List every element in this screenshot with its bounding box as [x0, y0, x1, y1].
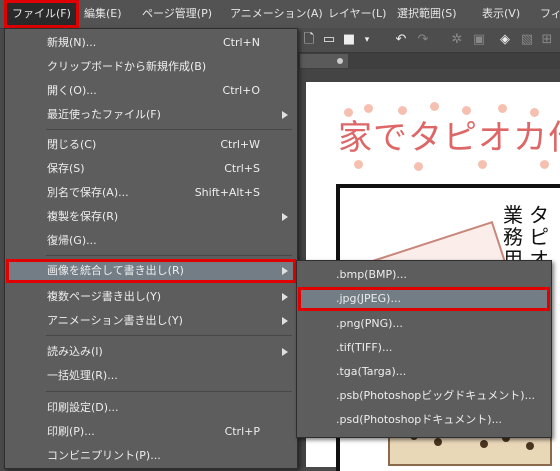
- menu-filter[interactable]: フィ: [538, 0, 560, 28]
- menu-item-print-settings[interactable]: 印刷設定(D)...: [6, 396, 296, 420]
- submenu-item-png[interactable]: .png(PNG)...: [298, 312, 550, 336]
- menu-page-management[interactable]: ページ管理(P): [140, 0, 214, 28]
- menu-item-print[interactable]: 印刷(P)... Ctrl+P: [6, 420, 296, 444]
- menu-item-export-animation[interactable]: アニメーション書き出し(Y): [6, 309, 296, 333]
- menu-file[interactable]: ファイル(F): [4, 0, 79, 28]
- menu-item-save-as[interactable]: 別名で保存(A)... Shift+Alt+S: [6, 181, 296, 205]
- transform-icon[interactable]: ▣: [470, 31, 488, 49]
- canvas-tab[interactable]: [300, 54, 348, 68]
- comic-title-text: 家でタピオカ作: [338, 118, 560, 158]
- submenu-item-bmp[interactable]: .bmp(BMP)...: [298, 263, 550, 287]
- menu-item-save[interactable]: 保存(S) Ctrl+S: [6, 157, 296, 181]
- menu-separator: [46, 255, 292, 256]
- save-icon[interactable]: ■: [340, 31, 358, 49]
- submenu-item-tif[interactable]: .tif(TIFF)...: [298, 336, 550, 360]
- grid-icon[interactable]: ⊞: [538, 31, 556, 49]
- submenu-item-psd[interactable]: .psd(Photoshopドキュメント)...: [298, 408, 550, 432]
- submenu-arrow-icon: [282, 267, 288, 275]
- fill-icon[interactable]: ◈: [496, 31, 514, 49]
- submenu-arrow-icon: [282, 213, 288, 221]
- chevron-down-icon[interactable]: ▾: [358, 31, 376, 49]
- menu-bar: ファイル(F) 編集(E) ページ管理(P) アニメーション(A) レイヤー(L…: [0, 0, 560, 29]
- menu-separator: [46, 129, 292, 130]
- command-bar: 🗋 ▭ ■ ▾ ↶ ↷ ✲ ▣ ◈ ▧ ⊞: [296, 28, 560, 53]
- submenu-item-tga[interactable]: .tga(Targa)...: [298, 360, 550, 384]
- menu-item-revert[interactable]: 復帰(G)...: [6, 229, 296, 253]
- file-menu: 新規(N)... Ctrl+N クリップボードから新規作成(B) 開く(O)..…: [4, 28, 298, 469]
- menu-item-close[interactable]: 閉じる(C) Ctrl+W: [6, 133, 296, 157]
- tab-close-icon[interactable]: [337, 58, 343, 64]
- undo-icon[interactable]: ↶: [392, 31, 410, 49]
- menu-item-new[interactable]: 新規(N)... Ctrl+N: [6, 31, 296, 55]
- settings-icon[interactable]: ✲: [448, 31, 466, 49]
- open-folder-icon[interactable]: ▭: [320, 31, 338, 49]
- export-submenu: .bmp(BMP)... .jpg(JPEG)... .png(PNG)... …: [296, 260, 552, 438]
- submenu-arrow-icon: [282, 317, 288, 325]
- menu-item-export-single-layer[interactable]: 画像を統合して書き出し(R): [6, 259, 296, 283]
- menu-view[interactable]: 表示(V): [480, 0, 522, 28]
- menu-edit[interactable]: 編集(E): [82, 0, 124, 28]
- submenu-item-psb[interactable]: .psb(Photoshopビッグドキュメント)...: [298, 384, 550, 408]
- menu-item-batch-process[interactable]: 一括処理(R)...: [6, 364, 296, 388]
- menu-item-convenience-print[interactable]: コンビニプリント(P)...: [6, 444, 296, 468]
- redo-icon[interactable]: ↷: [414, 31, 432, 49]
- menu-layer[interactable]: レイヤー(L): [326, 0, 388, 28]
- selection-icon[interactable]: ▧: [518, 31, 536, 49]
- menu-selection[interactable]: 選択範囲(S): [395, 0, 459, 28]
- submenu-arrow-icon: [282, 348, 288, 356]
- menu-separator: [46, 391, 292, 392]
- menu-item-save-duplicate[interactable]: 複製を保存(R): [6, 205, 296, 229]
- submenu-arrow-icon: [282, 111, 288, 119]
- menu-item-import[interactable]: 読み込み(I): [6, 340, 296, 364]
- submenu-item-jpg[interactable]: .jpg(JPEG)...: [298, 287, 550, 311]
- submenu-arrow-icon: [282, 293, 288, 301]
- menu-item-new-from-clipboard[interactable]: クリップボードから新規作成(B): [6, 55, 296, 79]
- new-file-icon[interactable]: 🗋: [300, 31, 318, 49]
- menu-item-export-multiple-pages[interactable]: 複数ページ書き出し(Y): [6, 285, 296, 309]
- menu-animation[interactable]: アニメーション(A): [228, 0, 325, 28]
- menu-item-recent-files[interactable]: 最近使ったファイル(F): [6, 103, 296, 127]
- menu-separator: [46, 335, 292, 336]
- menu-item-open[interactable]: 開く(O)... Ctrl+O: [6, 79, 296, 103]
